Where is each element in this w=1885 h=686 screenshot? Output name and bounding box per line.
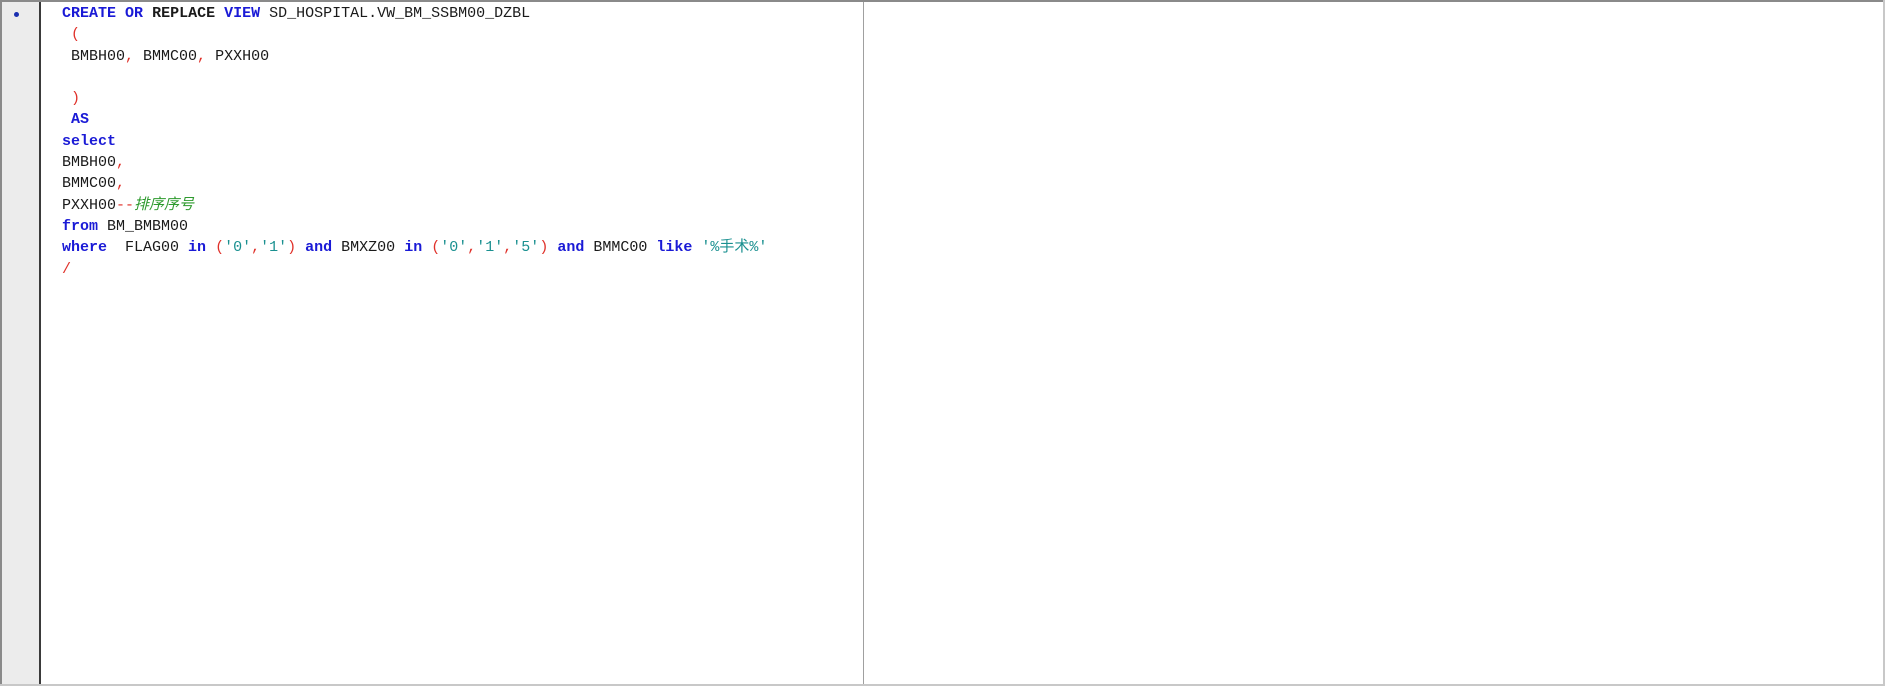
code-line[interactable] [62,67,862,88]
code-token: ) [539,239,549,257]
code-token: '%手术%' [701,239,768,257]
code-token: FLAG00 [107,239,189,257]
code-token: in [404,239,423,257]
code-line[interactable]: BMBH00, BMMC00, PXXH00 [62,46,862,67]
code-line[interactable]: CREATE OR REPLACE VIEW SD_HOSPITAL.VW_BM… [62,3,862,24]
code-token: ( [215,239,225,257]
code-token: from [62,217,99,235]
code-line[interactable]: where FLAG00 in ('0','1') and BMXZ00 in … [62,237,862,258]
code-token: 排序序号 [134,196,195,214]
code-token: , [116,175,126,193]
code-token: ) [71,90,81,108]
code-token: BMMC00 [62,175,117,193]
code-token: ( [71,26,81,44]
code-token: and [557,239,585,257]
code-line[interactable]: PXXH00--排序序号 [62,195,862,216]
code-token: BMXZ00 [332,239,405,257]
code-token: and [305,239,333,257]
code-token: select [62,132,117,150]
code-token: , [251,239,261,257]
code-token: BMMC00 [584,239,657,257]
code-line[interactable]: / [62,259,862,280]
code-line[interactable]: ( [62,24,862,45]
code-token: '0' [440,239,468,257]
right-margin-guide [863,2,864,684]
sql-editor[interactable]: CREATE OR REPLACE VIEW SD_HOSPITAL.VW_BM… [0,0,1885,686]
editor-gutter[interactable] [2,2,41,684]
code-token: -- [116,196,135,214]
code-token: OR [125,5,144,22]
code-token: PXXH00 [206,47,270,65]
code-token: BMMC00 [134,47,198,65]
code-token: REPLACE [152,5,216,22]
code-token: BM_BMBM00 [98,217,189,235]
code-token: , [503,239,513,257]
code-token: ) [287,239,297,257]
code-token: in [188,239,207,257]
code-token: '0' [224,239,252,257]
code-token: '5' [512,239,540,257]
code-line[interactable]: BMMC00, [62,173,862,194]
breakpoint-dot-icon [14,12,19,17]
code-token: BMBH00 [62,154,117,172]
code-token: , [116,154,126,172]
code-token: SD_HOSPITAL.VW_BM_SSBM00_DZBL [260,5,531,22]
code-token: / [62,260,72,278]
code-token: '1' [260,239,288,257]
code-token: , [467,239,477,257]
code-token: , [197,47,207,65]
code-token: BMBH00 [62,47,126,65]
editor-top-border [0,0,1885,2]
code-token: AS [71,111,90,129]
code-area[interactable]: CREATE OR REPLACE VIEW SD_HOSPITAL.VW_BM… [62,3,862,280]
code-line[interactable]: AS [62,109,862,130]
code-line[interactable]: from BM_BMBM00 [62,216,862,237]
code-token: '1' [476,239,504,257]
code-token: ( [431,239,441,257]
code-line[interactable]: ) [62,88,862,109]
code-line[interactable]: BMBH00, [62,152,862,173]
code-token: where [62,239,108,257]
code-token: , [125,47,135,65]
code-line[interactable]: select [62,131,862,152]
code-token: like [656,239,693,257]
code-token: CREATE [62,5,117,22]
code-token: PXXH00 [62,196,117,214]
code-token: VIEW [224,5,261,22]
